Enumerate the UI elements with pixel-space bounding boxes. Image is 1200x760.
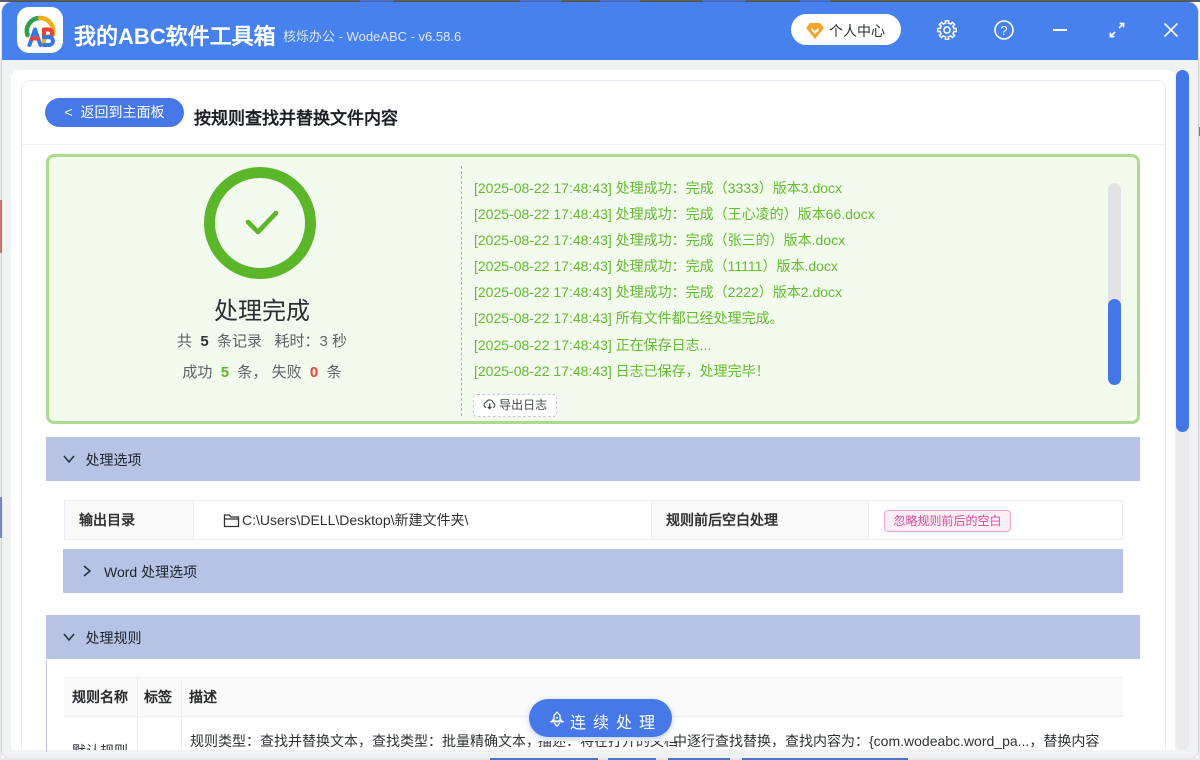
svg-text:?: ? [1000,23,1007,38]
